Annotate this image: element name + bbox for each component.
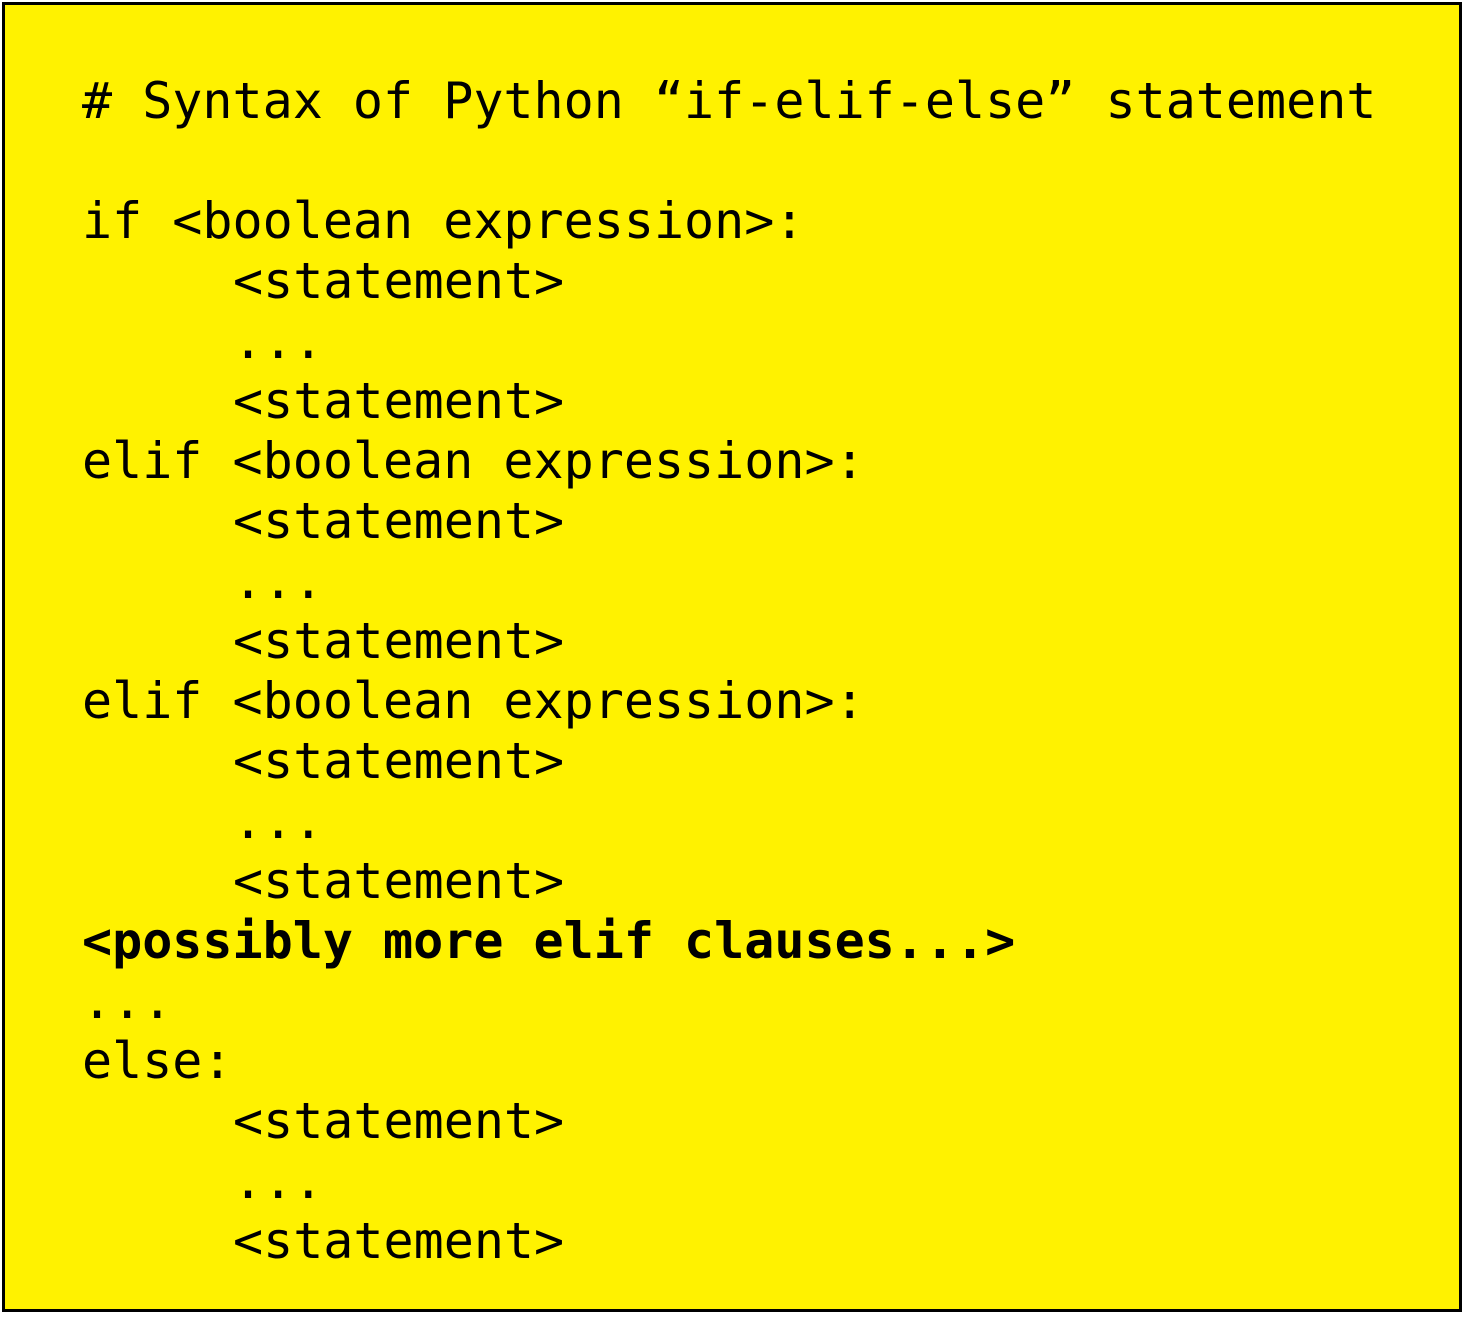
- code-else-line: else:: [82, 1032, 233, 1090]
- code-elif-line: elif <boolean expression>:: [82, 672, 865, 730]
- code-statement-line: <statement>: [233, 492, 565, 550]
- code-elif-line: elif <boolean expression>:: [82, 432, 865, 490]
- code-statement-line: <statement>: [233, 852, 565, 910]
- code-statement-line: <statement>: [233, 252, 565, 310]
- code-statement-line: <statement>: [233, 612, 565, 670]
- code-ellipsis-line: ...: [233, 552, 324, 610]
- code-more-elif-line: <possibly more elif clauses...>: [82, 912, 1016, 970]
- code-snippet-box: # Syntax of Python “if-elif-else” statem…: [2, 2, 1462, 1312]
- code-statement-line: <statement>: [233, 1212, 565, 1270]
- code-ellipsis-line: ...: [82, 972, 173, 1030]
- code-ellipsis-line: ...: [233, 792, 324, 850]
- code-if-line: if <boolean expression>:: [82, 192, 805, 250]
- code-lines: # Syntax of Python “if-elif-else” statem…: [82, 71, 1376, 1271]
- code-statement-line: <statement>: [233, 372, 565, 430]
- code-ellipsis-line: ...: [233, 312, 324, 370]
- code-ellipsis-line: ...: [233, 1152, 324, 1210]
- code-statement-line: <statement>: [233, 1092, 565, 1150]
- code-comment-line: # Syntax of Python “if-elif-else” statem…: [82, 72, 1377, 130]
- code-statement-line: <statement>: [233, 732, 565, 790]
